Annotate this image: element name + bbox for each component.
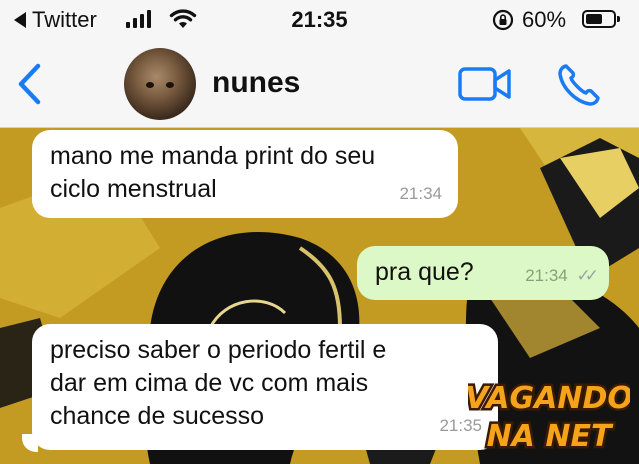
battery-percent: 60% — [522, 7, 567, 32]
message-text-line: chance de sucesso — [50, 402, 265, 430]
watermark-logo: VAGANDO NA NET — [468, 379, 630, 457]
video-call-icon[interactable] — [458, 66, 512, 102]
message-text-line: mano me manda print do seu — [50, 142, 376, 170]
message-time: 21:34 — [399, 184, 442, 203]
message-text-line: preciso saber o periodo fertil e — [50, 336, 387, 364]
message-time-wrap: 21:34 ✓✓ — [525, 259, 599, 292]
avatar[interactable] — [124, 48, 196, 120]
battery-fill — [586, 14, 602, 24]
message-time: 21:34 — [525, 266, 568, 285]
message-text-line: dar em cima de vc com mais — [50, 369, 369, 397]
chat-area[interactable]: mano me manda print do seu ciclo menstru… — [0, 128, 639, 464]
rotation-lock-icon — [492, 9, 514, 31]
chat-header: nunes — [0, 40, 639, 128]
svg-text:VAGANDO: VAGANDO — [468, 381, 630, 416]
back-chevron-icon[interactable] — [14, 62, 44, 106]
message-bubble-incoming[interactable]: mano me manda print do seu ciclo menstru… — [32, 130, 458, 218]
svg-text:NA NET: NA NET — [487, 419, 614, 454]
contact-name[interactable]: nunes — [212, 66, 300, 100]
message-bubble-incoming[interactable]: preciso saber o periodo fertil e dar em … — [32, 324, 498, 450]
message-bubble-outgoing[interactable]: pra que? 21:34 ✓✓ — [357, 246, 609, 300]
battery-icon — [582, 10, 620, 28]
phone-call-icon[interactable] — [556, 62, 602, 108]
status-bar: Twitter 21:35 60% — [0, 0, 639, 40]
message-text-line: ciclo menstrual — [50, 175, 217, 203]
read-receipt-icon: ✓✓ — [576, 266, 599, 285]
